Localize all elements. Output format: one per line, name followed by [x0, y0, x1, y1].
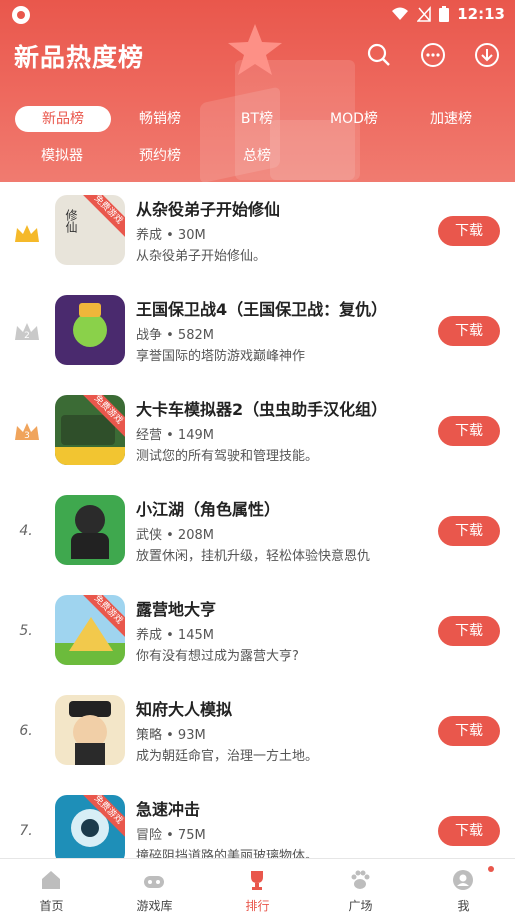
crown-gold-icon: [15, 225, 39, 242]
tab-emulator[interactable]: 模拟器: [22, 143, 102, 169]
app-list: 修仙 免费游戏 从杂役弟子开始修仙 养成 • 30M 从杂役弟子开始修仙。 下载…: [0, 182, 515, 858]
crown-bronze-icon: 3: [15, 423, 39, 441]
gamepad-icon: [144, 876, 164, 888]
download-button[interactable]: 下载: [438, 716, 500, 746]
search-icon[interactable]: [366, 42, 392, 68]
app-name[interactable]: 从杂役弟子开始修仙: [136, 196, 280, 220]
app-name[interactable]: 露营地大亨: [136, 596, 216, 620]
app-name[interactable]: 大卡车模拟器2（虫虫助手汉化组）: [136, 396, 387, 420]
app-name[interactable]: 小江湖（角色属性）: [136, 496, 280, 520]
tab-bestseller[interactable]: 畅销榜: [120, 106, 200, 132]
app-meta: 武侠 • 208M: [136, 528, 214, 543]
app-meta: 经营 • 149M: [136, 428, 214, 443]
app-meta: 养成 • 30M: [136, 228, 206, 243]
rank-number: 7.: [19, 823, 33, 839]
nav-label: 游戏库: [136, 899, 173, 913]
nav-label: 广场: [348, 899, 373, 913]
signal-icon: [417, 6, 431, 22]
bottom-navigation: 首页 游戏库 排行 广场 我: [0, 858, 515, 917]
tab-new[interactable]: 新品榜: [15, 106, 111, 132]
app-meta: 养成 • 145M: [136, 628, 214, 643]
status-bar: 12:13: [0, 0, 515, 30]
download-button[interactable]: 下载: [438, 316, 500, 346]
app-description: 撞碎阻挡道路的美丽玻璃物体。: [136, 849, 319, 858]
app-description: 享誉国际的塔防游戏巅峰神作: [136, 349, 306, 364]
wifi-icon: [392, 7, 409, 20]
nav-ranking[interactable]: 排行: [206, 859, 309, 917]
crown-silver-icon: 2: [15, 323, 39, 341]
download-button[interactable]: 下载: [438, 216, 500, 246]
nav-label: 我: [457, 899, 470, 913]
app-description: 测试您的所有驾驶和管理技能。: [136, 449, 319, 464]
user-icon: [453, 870, 473, 890]
app-meta: 策略 • 93M: [136, 728, 206, 743]
rank-number: 2: [24, 331, 30, 341]
rank-number: 3: [24, 431, 30, 441]
download-button[interactable]: 下载: [438, 816, 500, 846]
nav-label: 首页: [39, 899, 64, 913]
app-meta: 战争 • 582M: [136, 328, 214, 343]
tab-overall[interactable]: 总榜: [220, 143, 294, 169]
download-manager-icon[interactable]: [474, 42, 500, 68]
download-button[interactable]: 下载: [438, 616, 500, 646]
app-name[interactable]: 王国保卫战4（王国保卫战：复仇）: [136, 296, 387, 320]
app-icon[interactable]: 免费游戏: [55, 395, 125, 465]
free-game-ribbon: 免费游戏: [78, 195, 125, 240]
list-item[interactable]: 4. 小江湖（角色属性） 武侠 • 208M 放置休闲，挂机升级，轻松体验快意恩…: [0, 482, 515, 582]
status-time: 12:13: [457, 5, 505, 23]
page-title: 新品热度榜: [14, 43, 145, 72]
nav-me[interactable]: 我: [412, 859, 515, 917]
tab-bt[interactable]: BT榜: [220, 106, 294, 132]
app-description: 从杂役弟子开始修仙。: [136, 249, 267, 264]
app-description: 成为朝廷命官，治理一方土地。: [136, 749, 319, 764]
tab-reserve[interactable]: 预约榜: [120, 143, 200, 169]
list-item[interactable]: 7. 免费游戏 急速冲击 冒险 • 75M 撞碎阻挡道路的美丽玻璃物体。 下载: [0, 782, 515, 858]
rank-number: 6.: [19, 723, 33, 739]
paw-icon: [351, 870, 370, 889]
app-name[interactable]: 知府大人模拟: [136, 696, 232, 720]
message-icon[interactable]: [420, 42, 446, 68]
list-item[interactable]: 5. 免费游戏 露营地大亨 养成 • 145M 你有没有想过成为露营大亨? 下载: [0, 582, 515, 682]
app-meta: 冒险 • 75M: [136, 828, 206, 843]
trophy-icon: [251, 871, 263, 890]
list-item[interactable]: 修仙 免费游戏 从杂役弟子开始修仙 养成 • 30M 从杂役弟子开始修仙。 下载: [0, 182, 515, 282]
rank-number: 4.: [19, 523, 33, 539]
download-button[interactable]: 下载: [438, 516, 500, 546]
list-item[interactable]: 2 王国保卫战4（王国保卫战：复仇） 战争 • 582M 享誉国际的塔防游戏巅峰…: [0, 282, 515, 382]
app-description: 放置休闲，挂机升级，轻松体验快意恩仇: [136, 549, 371, 564]
header: 12:13 新品热度榜 新品榜 畅销榜 BT榜 MOD榜 加速榜 模拟器 预约榜…: [0, 0, 515, 182]
home-icon: [42, 871, 60, 889]
app-icon[interactable]: 免费游戏: [55, 595, 125, 665]
tab-accelerate[interactable]: 加速榜: [415, 106, 487, 132]
nav-label: 排行: [245, 899, 270, 913]
nav-game-library[interactable]: 游戏库: [103, 859, 206, 917]
battery-icon: [439, 6, 450, 22]
star-decoration-icon: [228, 24, 282, 75]
app-name[interactable]: 急速冲击: [136, 796, 200, 820]
notification-dot: [488, 866, 494, 872]
app-icon[interactable]: 免费游戏: [55, 795, 125, 858]
rank-number: 5.: [19, 623, 33, 639]
nav-home[interactable]: 首页: [0, 859, 103, 917]
download-button[interactable]: 下载: [438, 416, 500, 446]
app-icon[interactable]: [55, 495, 125, 565]
app-icon[interactable]: [55, 295, 125, 365]
tab-mod[interactable]: MOD榜: [318, 106, 390, 132]
app-logo-icon: [12, 6, 30, 24]
list-item[interactable]: 6. 知府大人模拟 策略 • 93M 成为朝廷命官，治理一方土地。 下载: [0, 682, 515, 782]
nav-plaza[interactable]: 广场: [309, 859, 412, 917]
app-description: 你有没有想过成为露营大亨?: [136, 649, 299, 664]
app-icon[interactable]: 修仙 免费游戏: [55, 195, 125, 265]
list-item[interactable]: 3 免费游戏 大卡车模拟器2（虫虫助手汉化组） 经营 • 149M 测试您的所有…: [0, 382, 515, 482]
app-icon[interactable]: [55, 695, 125, 765]
